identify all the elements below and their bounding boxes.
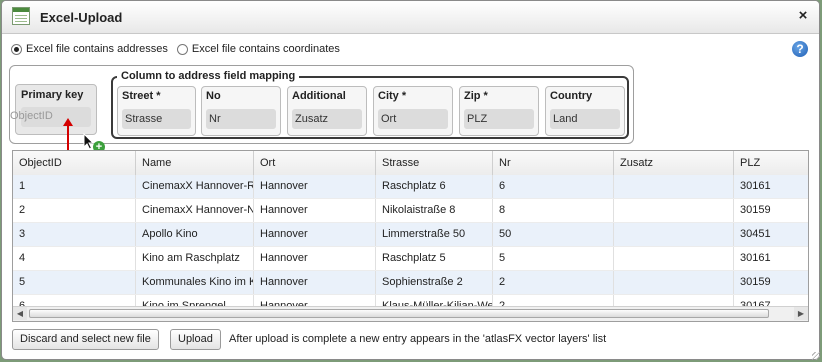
mapping-no[interactable]: No Nr — [201, 86, 281, 136]
cell-plz: 30159 — [734, 199, 808, 222]
mapping-zip[interactable]: Zip * PLZ — [459, 86, 539, 136]
table-row[interactable]: 2CinemaxX Hannover-NikolaistraßeHannover… — [13, 199, 808, 223]
discard-and-select-button[interactable]: Discard and select new file — [12, 329, 159, 350]
mapping-country-value[interactable]: Land — [550, 109, 620, 129]
mapping-no-value[interactable]: Nr — [206, 109, 276, 129]
mapping-additional-value[interactable]: Zusatz — [292, 109, 362, 129]
table-row[interactable]: 4 Kino am Raschplatz Hannover Raschplatz 55… — [13, 247, 808, 271]
mapping-country[interactable]: Country Land — [545, 86, 625, 136]
cell-strasse: Limmerstraße 50 — [376, 223, 493, 246]
cell-objectid: 5 — [13, 271, 136, 294]
cell-nr: 50 — [493, 223, 614, 246]
table-row[interactable]: 1CinemaxX Hannover-RaschplatzHannoverRas… — [13, 175, 808, 199]
cell-name: Kommunales Kino im Künstlerhaus — [136, 271, 254, 294]
cell-ort: Hannover — [254, 223, 376, 246]
cell-zusatz — [614, 271, 734, 294]
drag-arrow-head-icon — [63, 118, 73, 126]
cell-strasse: Nikolaistraße 8 — [376, 199, 493, 222]
radio-addresses[interactable] — [11, 43, 22, 55]
radio-addresses-label[interactable]: Excel file contains addresses — [26, 43, 168, 55]
cell-nr: 5 — [493, 247, 614, 270]
scroll-right-icon[interactable]: ▶ — [794, 307, 808, 320]
mapping-street-value[interactable]: Strasse — [122, 109, 191, 129]
cell-nr: 2 — [493, 271, 614, 294]
radio-coordinates[interactable] — [176, 43, 188, 55]
radio-coordinates-label[interactable]: Excel file contains coordinates — [192, 43, 340, 55]
column-header-ort[interactable]: Ort — [254, 151, 376, 175]
preview-table[interactable]: ObjectID Name Ort Strasse Nr Zusatz PLZ … — [12, 150, 809, 322]
mapping-zip-label: Zip * — [464, 90, 488, 102]
cell-name: CinemaxX Hannover-Nikolaistraße — [136, 199, 254, 222]
column-header-plz[interactable]: PLZ — [734, 151, 808, 175]
cell-objectid: 1 — [13, 175, 136, 198]
mapping-city-value[interactable]: Ort — [378, 109, 448, 129]
mapping-no-label: No — [206, 90, 221, 102]
primary-key-dropzone[interactable]: Primary key ObjectID — [10, 84, 97, 135]
cell-strasse: Raschplatz 5 — [376, 247, 493, 270]
cell-zusatz — [614, 199, 734, 222]
cell-ort: Hannover — [254, 175, 376, 198]
mapping-additional[interactable]: Additional Zusatz — [287, 86, 367, 136]
horizontal-scrollbar[interactable]: ◀ ▶ — [13, 306, 808, 321]
cell-nr: 8 — [493, 199, 614, 222]
drag-arrow-icon — [67, 122, 69, 150]
cell-ort: Hannover — [254, 199, 376, 222]
resize-grip-icon[interactable] — [812, 352, 820, 360]
column-header-objectid[interactable]: ObjectID — [13, 151, 136, 175]
cell-objectid: 3 — [13, 223, 136, 246]
mapping-zip-value[interactable]: PLZ — [464, 109, 534, 129]
primary-key-dragged-value[interactable]: ObjectID — [10, 110, 53, 122]
table-row[interactable]: 3 Apollo Kino Hannover Limmerstraße 50 50 304… — [13, 223, 808, 247]
column-header-zusatz[interactable]: Zusatz — [614, 151, 734, 175]
upload-button[interactable]: Upload — [170, 329, 221, 350]
column-header-name[interactable]: Name — [136, 151, 254, 175]
cell-strasse: Raschplatz 6 — [376, 175, 493, 198]
title-bar[interactable]: Excel-Upload × — [2, 1, 819, 34]
cell-name: Apollo Kino — [136, 223, 254, 246]
cell-ort: Hannover — [254, 271, 376, 294]
table-header: ObjectID Name Ort Strasse Nr Zusatz PLZ — [13, 151, 808, 176]
scroll-left-icon[interactable]: ◀ — [13, 307, 27, 320]
column-header-strasse[interactable]: Strasse — [376, 151, 493, 175]
cell-zusatz — [614, 223, 734, 246]
mapping-additional-label: Additional — [292, 90, 346, 102]
mapping-street-label: Street * — [122, 90, 161, 102]
close-button[interactable]: × — [795, 8, 811, 24]
upload-hint: After upload is complete a new entry app… — [229, 333, 607, 345]
mapping-street[interactable]: Street * Strasse — [117, 86, 196, 136]
cell-name: Kino am Raschplatz — [136, 247, 254, 270]
column-header-nr[interactable]: Nr — [493, 151, 614, 175]
table-row[interactable]: 5Kommunales Kino im KünstlerhausHannover… — [13, 271, 808, 295]
cell-strasse: Sophienstraße 2 — [376, 271, 493, 294]
primary-key-label: Primary key — [21, 89, 84, 101]
dialog-title: Excel-Upload — [40, 10, 123, 25]
mapping-city-label: City * — [378, 90, 407, 102]
mapping-country-label: Country — [550, 90, 593, 102]
mapping-city[interactable]: City * Ort — [373, 86, 453, 136]
cell-objectid: 4 — [13, 247, 136, 270]
cell-plz: 30161 — [734, 175, 808, 198]
cell-plz: 30451 — [734, 223, 808, 246]
cell-nr: 6 — [493, 175, 614, 198]
scrollbar-thumb[interactable] — [29, 309, 769, 318]
cell-plz: 30161 — [734, 247, 808, 270]
cell-plz: 30159 — [734, 271, 808, 294]
help-icon[interactable]: ? — [792, 41, 808, 57]
cell-zusatz — [614, 175, 734, 198]
cell-objectid: 2 — [13, 199, 136, 222]
cell-ort: Hannover — [254, 247, 376, 270]
address-mapping-legend: Column to address field mapping — [117, 70, 300, 82]
cell-zusatz — [614, 247, 734, 270]
excel-file-icon — [12, 7, 30, 25]
cell-name: CinemaxX Hannover-Raschplatz — [136, 175, 254, 198]
mode-radio-group: Excel file contains addresses Excel file… — [11, 43, 346, 59]
